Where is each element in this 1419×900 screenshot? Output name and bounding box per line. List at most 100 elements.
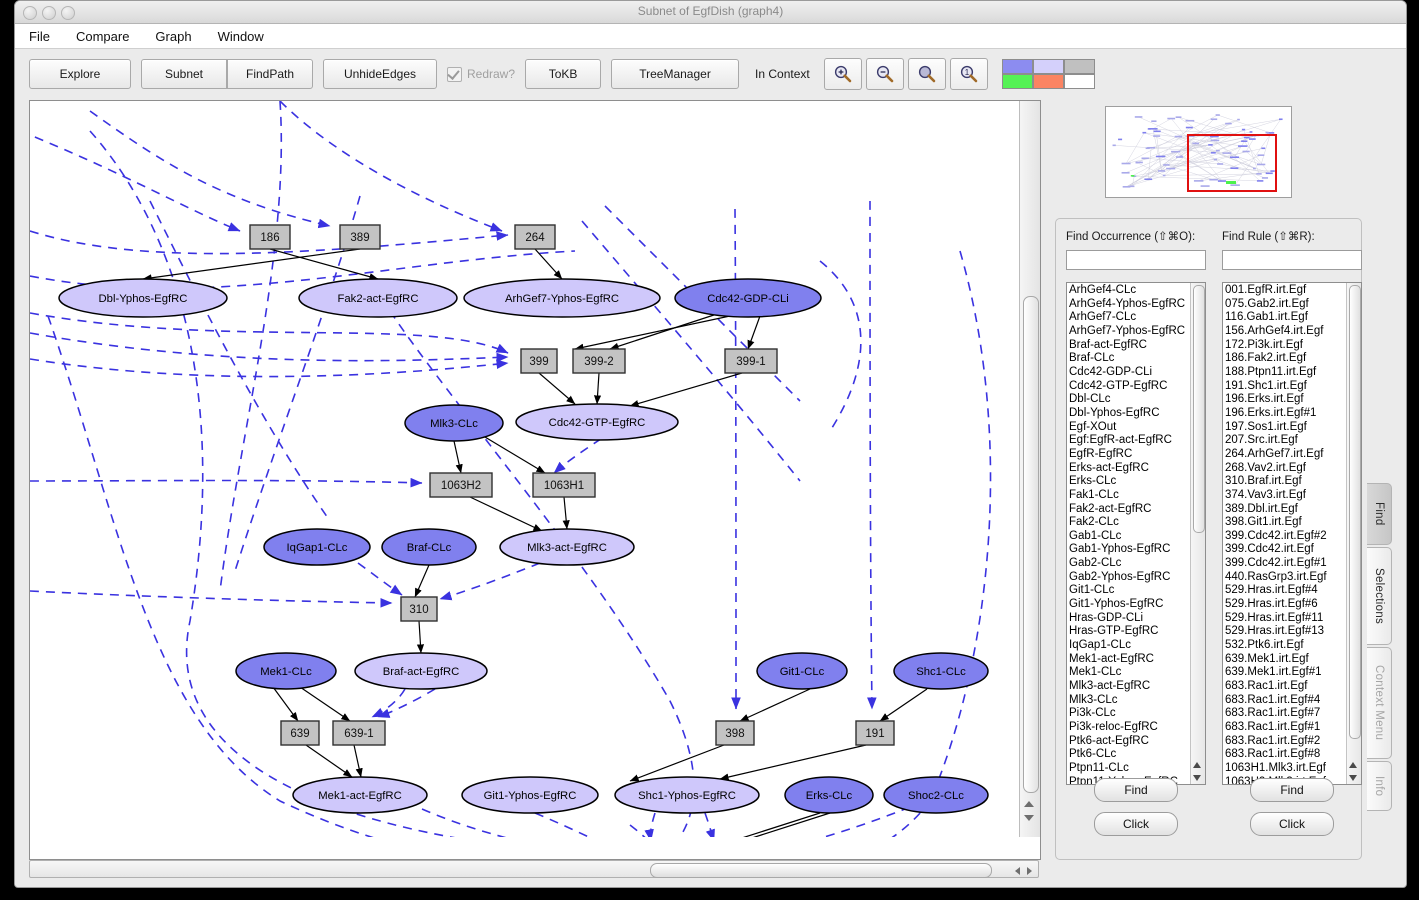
occurrence-list-item[interactable]: Fak2-act-EgfRC: [1069, 503, 1189, 517]
occurrence-list-item[interactable]: Hras-GTP-EgfRC: [1069, 625, 1189, 639]
graph-node-box[interactable]: 310: [400, 596, 438, 622]
rule-list-item[interactable]: 639.Mek1.irt.Egf: [1225, 653, 1345, 667]
swatch-node-orange[interactable]: [1032, 74, 1064, 89]
rule-list-item[interactable]: 399.Cdc42.irt.Egf#2: [1225, 530, 1345, 544]
occurrence-list-item[interactable]: Gab1-CLc: [1069, 530, 1189, 544]
canvas-vertical-scrollbar[interactable]: [1019, 101, 1040, 837]
graph-node-ellipse[interactable]: Braf-CLc: [381, 528, 477, 566]
menu-window[interactable]: Window: [218, 29, 264, 44]
graph-node-box[interactable]: 1063H2: [429, 472, 493, 498]
minimap-viewport-rect[interactable]: [1187, 134, 1277, 192]
graph-node-box[interactable]: 639: [280, 720, 320, 746]
canvas-vscroll-thumb[interactable]: [1023, 296, 1039, 793]
occurrence-list-item[interactable]: EgfR-EgfRC: [1069, 448, 1189, 462]
occurrence-list-item[interactable]: Git1-CLc: [1069, 584, 1189, 598]
rule-list-item[interactable]: 268.Vav2.irt.Egf: [1225, 462, 1345, 476]
graph-node-ellipse[interactable]: Braf-act-EgfRC: [354, 652, 488, 690]
graph-node-box[interactable]: 398: [715, 720, 755, 746]
rule-list-item[interactable]: 196.Erks.irt.Egf#1: [1225, 407, 1345, 421]
occurrence-list-item[interactable]: Hras-GDP-CLi: [1069, 612, 1189, 626]
occurrence-list-item[interactable]: Braf-CLc: [1069, 352, 1189, 366]
occurrence-list-item[interactable]: Fak1-CLc: [1069, 489, 1189, 503]
tab-info[interactable]: Info: [1367, 761, 1392, 811]
occurrence-list-item[interactable]: Mlk3-act-EgfRC: [1069, 680, 1189, 694]
occurrence-list-item[interactable]: IqGap1-CLc: [1069, 639, 1189, 653]
graph-node-ellipse[interactable]: Shc1-Yphos-EgfRC: [614, 776, 760, 814]
rule-list-item[interactable]: 075.Gab2.irt.Egf: [1225, 298, 1345, 312]
rule-list-item[interactable]: 186.Fak2.irt.Egf: [1225, 352, 1345, 366]
graph-node-ellipse[interactable]: Shoc2-CLc: [883, 776, 989, 814]
canvas-scroll-left-arrow[interactable]: [1015, 867, 1020, 875]
graph-node-ellipse[interactable]: Cdc42-GTP-EgfRC: [515, 403, 679, 441]
occurrence-list-item[interactable]: Ptk6-CLc: [1069, 748, 1189, 762]
occurrence-list-scrollbar[interactable]: [1190, 283, 1205, 784]
rule-list-item[interactable]: 399.Cdc42.irt.Egf#1: [1225, 557, 1345, 571]
menu-file[interactable]: File: [29, 29, 50, 44]
occurrence-list-item[interactable]: ArhGef7-CLc: [1069, 311, 1189, 325]
swatch-node-green[interactable]: [1001, 74, 1033, 89]
occurrence-find-button[interactable]: Find: [1094, 778, 1178, 802]
canvas-scroll-down-arrow[interactable]: [1024, 815, 1034, 821]
occurrence-list-item[interactable]: Dbl-Yphos-EgfRC: [1069, 407, 1189, 421]
rule-click-button[interactable]: Click: [1250, 812, 1334, 836]
menu-compare[interactable]: Compare: [76, 29, 129, 44]
canvas-hscroll-thumb[interactable]: [650, 863, 992, 878]
rule-list-item[interactable]: 1063H1.Mlk3.irt.Egf: [1225, 762, 1345, 776]
occurrence-list-item[interactable]: Mlk3-CLc: [1069, 694, 1189, 708]
occurrence-list-item[interactable]: Pi3k-reloc-EgfRC: [1069, 721, 1189, 735]
rule-find-button[interactable]: Find: [1250, 778, 1334, 802]
rule-list-item[interactable]: 532.Ptk6.irt.Egf: [1225, 639, 1345, 653]
rule-list-item[interactable]: 683.Rac1.irt.Egf#2: [1225, 735, 1345, 749]
find-rule-input[interactable]: [1222, 250, 1362, 270]
rule-list-item[interactable]: 683.Rac1.irt.Egf#7: [1225, 707, 1345, 721]
rule-list-item[interactable]: 197.Sos1.irt.Egf: [1225, 421, 1345, 435]
rule-list-item[interactable]: 529.Hras.irt.Egf#4: [1225, 584, 1345, 598]
rule-list-item[interactable]: 310.Braf.irt.Egf: [1225, 475, 1345, 489]
rule-list-item[interactable]: 001.EgfR.irt.Egf: [1225, 284, 1345, 298]
graph-node-box[interactable]: 1063H1: [532, 472, 596, 498]
graph-node-ellipse[interactable]: Mek1-CLc: [235, 652, 337, 690]
graph-node-box[interactable]: 639-1: [332, 720, 386, 746]
canvas-scroll-up-arrow[interactable]: [1024, 801, 1034, 807]
rule-list-item[interactable]: 196.Erks.irt.Egf: [1225, 393, 1345, 407]
redraw-checkbox[interactable]: Redraw?: [447, 66, 515, 82]
graph-node-ellipse[interactable]: Mlk3-act-EgfRC: [499, 528, 635, 566]
rule-list-scrollbar[interactable]: [1346, 283, 1361, 784]
rule-list-item[interactable]: 172.Pi3k.irt.Egf: [1225, 339, 1345, 353]
rule-list-item[interactable]: 191.Shc1.irt.Egf: [1225, 380, 1345, 394]
swatch-node-gray[interactable]: [1063, 59, 1095, 74]
rule-list-item[interactable]: 683.Rac1.irt.Egf#1: [1225, 721, 1345, 735]
graph-node-ellipse[interactable]: IqGap1-CLc: [263, 528, 371, 566]
occurrence-list-item[interactable]: Mek1-CLc: [1069, 666, 1189, 680]
occurrence-list-item[interactable]: Dbl-CLc: [1069, 393, 1189, 407]
occurrence-list-item[interactable]: Braf-act-EgfRC: [1069, 339, 1189, 353]
occurrence-list-item[interactable]: Egf-XOut: [1069, 421, 1189, 435]
findpath-button[interactable]: FindPath: [227, 59, 313, 89]
occurrence-list-thumb[interactable]: [1193, 285, 1205, 533]
rule-list-item[interactable]: 529.Hras.irt.Egf#11: [1225, 612, 1345, 626]
graph-node-box[interactable]: 399-1: [724, 348, 778, 374]
menu-graph[interactable]: Graph: [155, 29, 191, 44]
rule-list-item[interactable]: 389.Dbl.irt.Egf: [1225, 503, 1345, 517]
occurrence-list-item[interactable]: ArhGef7-Yphos-EgfRC: [1069, 325, 1189, 339]
zoom-out-icon[interactable]: [865, 58, 904, 90]
graph-canvas[interactable]: 186 389 264 399 399-2 399-1 1063H2 1063H1 310 639…: [30, 101, 1018, 837]
graph-node-ellipse[interactable]: Mek1-act-EgfRC: [292, 776, 428, 814]
rule-list-item[interactable]: 683.Rac1.irt.Egf: [1225, 680, 1345, 694]
occurrence-list-item[interactable]: Git1-Yphos-EgfRC: [1069, 598, 1189, 612]
graph-node-ellipse[interactable]: Git1-CLc: [756, 652, 848, 690]
zoom-one-to-one-icon[interactable]: 1: [949, 58, 988, 90]
occurrence-list-item[interactable]: Gab2-Yphos-EgfRC: [1069, 571, 1189, 585]
graph-node-ellipse[interactable]: Git1-Yphos-EgfRC: [461, 776, 599, 814]
explore-button[interactable]: Explore: [29, 59, 131, 89]
occurrence-list-item[interactable]: Erks-act-EgfRC: [1069, 462, 1189, 476]
find-occurrence-list[interactable]: ArhGef4-CLc ArhGef4-Yphos-EgfRC ArhGef7-CL…: [1066, 282, 1206, 785]
rule-list-item[interactable]: 264.ArhGef7.irt.Egf: [1225, 448, 1345, 462]
rule-list-item[interactable]: 683.Rac1.irt.Egf#8: [1225, 748, 1345, 762]
rule-list-item[interactable]: 683.Rac1.irt.Egf#4: [1225, 694, 1345, 708]
occurrence-list-item[interactable]: Ptk6-act-EgfRC: [1069, 735, 1189, 749]
graph-node-box[interactable]: 399: [520, 348, 558, 374]
rule-list-item[interactable]: 440.RasGrp3.irt.Egf: [1225, 571, 1345, 585]
graph-node-ellipse[interactable]: Shc1-CLc: [893, 652, 989, 690]
graph-minimap[interactable]: [1105, 106, 1292, 198]
